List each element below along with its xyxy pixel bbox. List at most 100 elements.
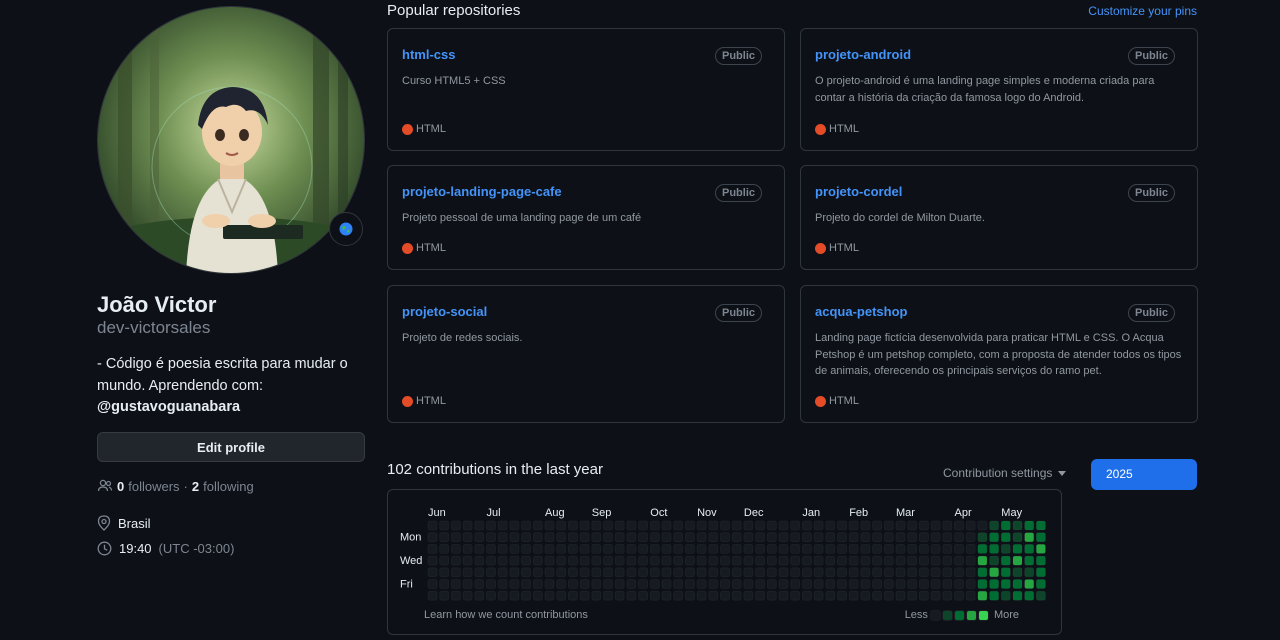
contribution-day-cell[interactable] (696, 532, 707, 543)
contribution-day-cell[interactable] (1024, 520, 1035, 531)
contribution-day-cell[interactable] (567, 579, 578, 589)
contribution-day-cell[interactable] (1036, 520, 1046, 531)
contribution-day-cell[interactable] (614, 520, 625, 531)
contribution-day-cell[interactable] (1012, 590, 1023, 601)
contribution-day-cell[interactable] (954, 544, 964, 554)
contribution-day-cell[interactable] (731, 520, 742, 531)
contribution-day-cell[interactable] (720, 520, 730, 531)
contribution-day-cell[interactable] (942, 567, 953, 578)
contribution-day-cell[interactable] (567, 590, 578, 601)
contribution-day-cell[interactable] (521, 544, 532, 554)
contribution-day-cell[interactable] (567, 544, 578, 554)
contribution-day-cell[interactable] (638, 555, 649, 566)
contribution-day-cell[interactable] (872, 579, 883, 589)
contribution-day-cell[interactable] (474, 567, 485, 578)
contribution-day-cell[interactable] (603, 590, 613, 601)
contribution-day-cell[interactable] (825, 579, 836, 589)
contribution-day-cell[interactable] (509, 532, 520, 543)
contribution-day-cell[interactable] (544, 520, 555, 531)
contribution-day-cell[interactable] (427, 555, 438, 566)
contribution-day-cell[interactable] (801, 520, 812, 531)
contribution-day-cell[interactable] (696, 567, 707, 578)
contribution-day-cell[interactable] (989, 579, 999, 589)
contribution-day-cell[interactable] (883, 567, 894, 578)
contribution-day-cell[interactable] (965, 579, 976, 589)
contribution-day-cell[interactable] (474, 544, 485, 554)
contribution-day-cell[interactable] (626, 532, 637, 543)
contribution-day-cell[interactable] (474, 532, 485, 543)
contribution-day-cell[interactable] (731, 544, 742, 554)
contribution-day-cell[interactable] (942, 532, 953, 543)
contribution-day-cell[interactable] (427, 567, 438, 578)
contribution-day-cell[interactable] (755, 544, 766, 554)
contribution-day-cell[interactable] (1012, 532, 1023, 543)
contribution-day-cell[interactable] (778, 590, 789, 601)
contribution-day-cell[interactable] (790, 520, 801, 531)
contribution-day-cell[interactable] (591, 590, 602, 601)
contribution-day-cell[interactable] (790, 532, 801, 543)
contribution-day-cell[interactable] (883, 544, 894, 554)
contribution-day-cell[interactable] (930, 544, 941, 554)
contribution-day-cell[interactable] (907, 579, 918, 589)
contribution-day-cell[interactable] (930, 555, 941, 566)
contribution-day-cell[interactable] (860, 590, 871, 601)
contribution-day-cell[interactable] (743, 532, 754, 543)
contribution-day-cell[interactable] (661, 544, 672, 554)
contribution-day-cell[interactable] (626, 555, 637, 566)
contribution-day-cell[interactable] (509, 590, 520, 601)
contribution-day-cell[interactable] (895, 532, 906, 543)
contribution-day-cell[interactable] (556, 579, 567, 589)
contribution-day-cell[interactable] (930, 532, 941, 543)
contribution-day-cell[interactable] (638, 590, 649, 601)
contribution-day-cell[interactable] (544, 579, 555, 589)
contribution-day-cell[interactable] (649, 579, 660, 589)
contribution-day-cell[interactable] (497, 532, 508, 543)
contribution-day-cell[interactable] (790, 544, 801, 554)
contribution-day-cell[interactable] (614, 532, 625, 543)
contribution-day-cell[interactable] (766, 520, 777, 531)
contribution-day-cell[interactable] (509, 555, 520, 566)
contribution-day-cell[interactable] (1024, 590, 1035, 601)
contribution-day-cell[interactable] (1000, 520, 1011, 531)
contribution-day-cell[interactable] (1000, 567, 1011, 578)
contribution-day-cell[interactable] (532, 590, 543, 601)
contribution-day-cell[interactable] (661, 532, 672, 543)
contribution-day-cell[interactable] (954, 555, 964, 566)
contribution-day-cell[interactable] (766, 579, 777, 589)
contribution-day-cell[interactable] (474, 590, 485, 601)
contribution-day-cell[interactable] (954, 590, 964, 601)
contribution-day-cell[interactable] (1036, 555, 1046, 566)
contribution-day-cell[interactable] (439, 567, 450, 578)
contribution-day-cell[interactable] (872, 532, 883, 543)
contribution-day-cell[interactable] (930, 579, 941, 589)
contribution-day-cell[interactable] (989, 590, 999, 601)
contribution-day-cell[interactable] (825, 544, 836, 554)
contribution-day-cell[interactable] (661, 567, 672, 578)
contribution-day-cell[interactable] (451, 579, 461, 589)
contribution-day-cell[interactable] (872, 544, 883, 554)
contribution-day-cell[interactable] (521, 520, 532, 531)
contribution-day-cell[interactable] (649, 555, 660, 566)
contribution-day-cell[interactable] (673, 555, 684, 566)
contribution-day-cell[interactable] (755, 520, 766, 531)
contribution-day-cell[interactable] (626, 590, 637, 601)
contribution-day-cell[interactable] (638, 544, 649, 554)
contribution-day-cell[interactable] (907, 567, 918, 578)
contribution-day-cell[interactable] (638, 567, 649, 578)
contribution-day-cell[interactable] (708, 532, 719, 543)
repo-name-link[interactable]: acqua-petshop (815, 304, 907, 319)
contribution-day-cell[interactable] (614, 567, 625, 578)
contribution-day-cell[interactable] (497, 567, 508, 578)
contribution-day-cell[interactable] (509, 579, 520, 589)
contribution-day-cell[interactable] (439, 544, 450, 554)
contribution-day-cell[interactable] (895, 567, 906, 578)
contribution-day-cell[interactable] (509, 520, 520, 531)
contribution-day-cell[interactable] (673, 579, 684, 589)
contribution-day-cell[interactable] (790, 567, 801, 578)
contribution-day-cell[interactable] (1000, 555, 1011, 566)
contribution-day-cell[interactable] (1036, 532, 1046, 543)
contribution-day-cell[interactable] (778, 520, 789, 531)
contribution-day-cell[interactable] (649, 567, 660, 578)
contribution-day-cell[interactable] (907, 555, 918, 566)
contribution-day-cell[interactable] (813, 579, 824, 589)
